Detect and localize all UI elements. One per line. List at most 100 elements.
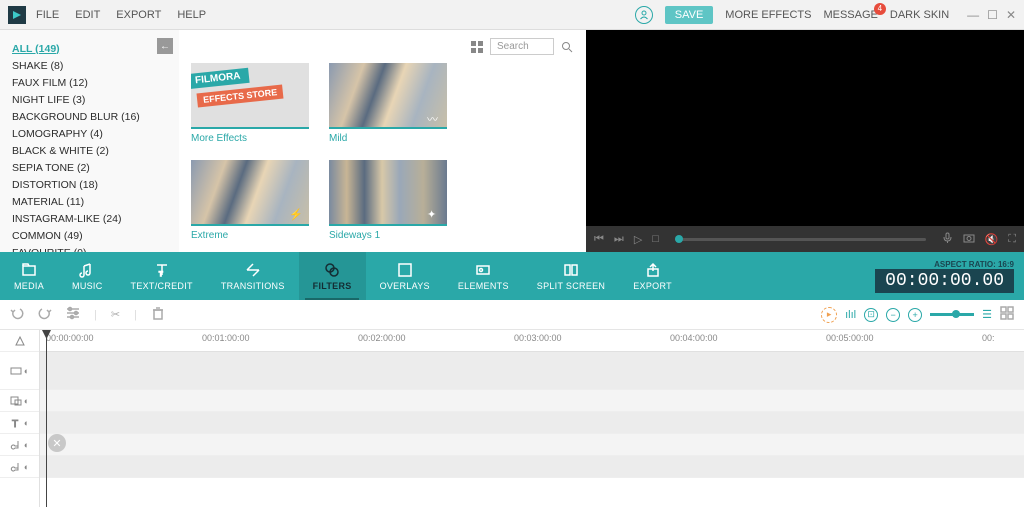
sidebar-item-8[interactable]: DISTORTION (18)	[8, 176, 171, 193]
ruler-tick: 00:01:00:00	[202, 333, 250, 343]
zoom-slider[interactable]	[930, 313, 974, 316]
sidebar-item-4[interactable]: BACKGROUND BLUR (16)	[8, 108, 171, 125]
split-icon	[563, 261, 579, 279]
snapshot-icon[interactable]	[963, 233, 975, 246]
audio1-track[interactable]	[40, 434, 1024, 456]
sidebar-item-11[interactable]: COMMON (49)	[8, 227, 171, 244]
sidebar-item-0[interactable]: ALL (149)	[8, 40, 171, 57]
text-icon: T	[154, 261, 170, 279]
playhead[interactable]	[46, 330, 47, 507]
close-icon[interactable]: ✕	[1006, 8, 1016, 22]
tab-overlays[interactable]: OVERLAYS	[366, 252, 444, 300]
audio2-track-head[interactable]: ◐	[0, 456, 39, 478]
filter-category-sidebar: ← ALL (149)SHAKE (8)FAUX FILM (12)NIGHT …	[0, 30, 179, 252]
tab-split-screen[interactable]: SPLIT SCREEN	[523, 252, 619, 300]
search-icon[interactable]	[560, 40, 574, 54]
timecode-display: 00:00:00.00	[875, 269, 1014, 293]
sidebar-item-7[interactable]: SEPIA TONE (2)	[8, 159, 171, 176]
tab-transitions[interactable]: TRANSITIONS	[207, 252, 299, 300]
volume-icon[interactable]: 🔇	[985, 233, 999, 246]
tab-label: MUSIC	[72, 281, 103, 291]
menu-help[interactable]: HELP	[177, 9, 206, 21]
timeline: ◐ ◐ T◐ ◐ ◐ 00:00:00:0000:01:00:0000:02:0…	[0, 330, 1024, 507]
sidebar-item-3[interactable]: NIGHT LIFE (3)	[8, 91, 171, 108]
fullscreen-icon[interactable]: ⛶	[1008, 233, 1016, 246]
tab-label: TEXT/CREDIT	[131, 281, 193, 291]
video-track-head[interactable]: ◐	[0, 352, 39, 390]
ruler-head	[0, 330, 39, 352]
delete-icon[interactable]	[151, 306, 165, 323]
text-track-head[interactable]: T◐	[0, 412, 39, 434]
more-effects-link[interactable]: MORE EFFECTS	[725, 9, 811, 21]
audio1-track-head[interactable]: ◐	[0, 434, 39, 456]
effect-browser: Search FILMORAEFFECTS STOREMore Effects〰…	[179, 30, 586, 252]
pip-track[interactable]	[40, 390, 1024, 412]
transition-icon	[245, 261, 261, 279]
audio2-track[interactable]	[40, 456, 1024, 478]
ruler-tick: 00:04:00:00	[670, 333, 718, 343]
menu-export[interactable]: EXPORT	[116, 9, 161, 21]
thumb-label: More Effects	[191, 133, 309, 144]
tab-music[interactable]: MUSIC	[58, 252, 117, 300]
clip-delete-icon[interactable]: ✕	[48, 434, 66, 452]
settings-icon[interactable]	[66, 306, 80, 323]
stop-icon[interactable]: □	[652, 233, 659, 245]
sidebar-item-10[interactable]: INSTAGRAM-LIKE (24)	[8, 210, 171, 227]
cut-icon[interactable]: ✂	[111, 308, 120, 321]
redo-icon[interactable]	[38, 306, 52, 323]
app-logo	[8, 6, 26, 24]
zoom-out-icon[interactable]: −	[886, 308, 900, 322]
grid-view2-icon[interactable]	[1000, 306, 1014, 323]
minimize-icon[interactable]: —	[967, 8, 979, 22]
list-view-icon[interactable]: ☰	[982, 308, 992, 321]
sidebar-item-6[interactable]: BLACK & WHITE (2)	[8, 142, 171, 159]
grid-view-icon[interactable]	[470, 40, 484, 54]
effect-thumb-extreme[interactable]: ⚡Extreme	[191, 160, 309, 241]
save-button[interactable]: SAVE	[665, 6, 714, 24]
message-link[interactable]: MESSAGE 4	[823, 9, 877, 21]
user-icon[interactable]	[635, 6, 653, 24]
tab-export[interactable]: EXPORT	[619, 252, 686, 300]
aspect-ratio-label: ASPECT RATIO: 16:9	[934, 260, 1014, 269]
dark-skin-link[interactable]: DARK SKIN	[890, 9, 949, 21]
tab-filters[interactable]: FILTERS	[299, 252, 366, 300]
timeline-ruler[interactable]: 00:00:00:0000:01:00:0000:02:00:0000:03:0…	[40, 330, 1024, 352]
prev-frame-icon[interactable]: ⏮	[594, 233, 604, 246]
effect-thumb-mild[interactable]: 〰Mild	[329, 63, 447, 144]
preview-canvas[interactable]	[586, 30, 1024, 226]
marker-icon[interactable]: ılıl	[845, 309, 856, 321]
sidebar-item-12[interactable]: FAVOURITE (0)	[8, 244, 171, 252]
mic-icon[interactable]	[942, 232, 953, 246]
sidebar-item-9[interactable]: MATERIAL (11)	[8, 193, 171, 210]
zoom-in-icon[interactable]: +	[908, 308, 922, 322]
ruler-tick: 00:03:00:00	[514, 333, 562, 343]
effect-thumb-sideways-1[interactable]: ✦Sideways 1	[329, 160, 447, 241]
title-bar: FILE EDIT EXPORT HELP SAVE MORE EFFECTS …	[0, 0, 1024, 30]
play-icon[interactable]: ▷	[634, 233, 642, 246]
preview-progress[interactable]	[675, 238, 926, 241]
tab-label: OVERLAYS	[380, 281, 430, 291]
tab-media[interactable]: MEDIA	[0, 252, 58, 300]
sidebar-item-1[interactable]: SHAKE (8)	[8, 57, 171, 74]
sidebar-item-2[interactable]: FAUX FILM (12)	[8, 74, 171, 91]
prev-icon[interactable]: ⏭	[614, 233, 624, 246]
preview-panel: ⏮ ⏭ ▷ □ 🔇 ⛶	[586, 30, 1024, 252]
render-icon[interactable]: ▸	[821, 307, 837, 323]
menu-file[interactable]: FILE	[36, 9, 59, 21]
tab-text-credit[interactable]: T TEXT/CREDIT	[117, 252, 207, 300]
sidebar-collapse-icon[interactable]: ←	[157, 38, 173, 54]
tab-elements[interactable]: ELEMENTS	[444, 252, 523, 300]
menu-edit[interactable]: EDIT	[75, 9, 100, 21]
search-input[interactable]: Search	[490, 38, 554, 55]
maximize-icon[interactable]: ☐	[987, 8, 998, 22]
filter-icon	[324, 261, 340, 279]
undo-icon[interactable]	[10, 306, 24, 323]
video-track[interactable]	[40, 352, 1024, 390]
elements-icon	[475, 261, 491, 279]
sidebar-item-5[interactable]: LOMOGRAPHY (4)	[8, 125, 171, 142]
effect-thumb-more-effects[interactable]: FILMORAEFFECTS STOREMore Effects	[191, 63, 309, 144]
zoom-fit-icon[interactable]: ⊡	[864, 308, 878, 322]
text-track[interactable]	[40, 412, 1024, 434]
thumb-label: Extreme	[191, 230, 309, 241]
pip-track-head[interactable]: ◐	[0, 390, 39, 412]
